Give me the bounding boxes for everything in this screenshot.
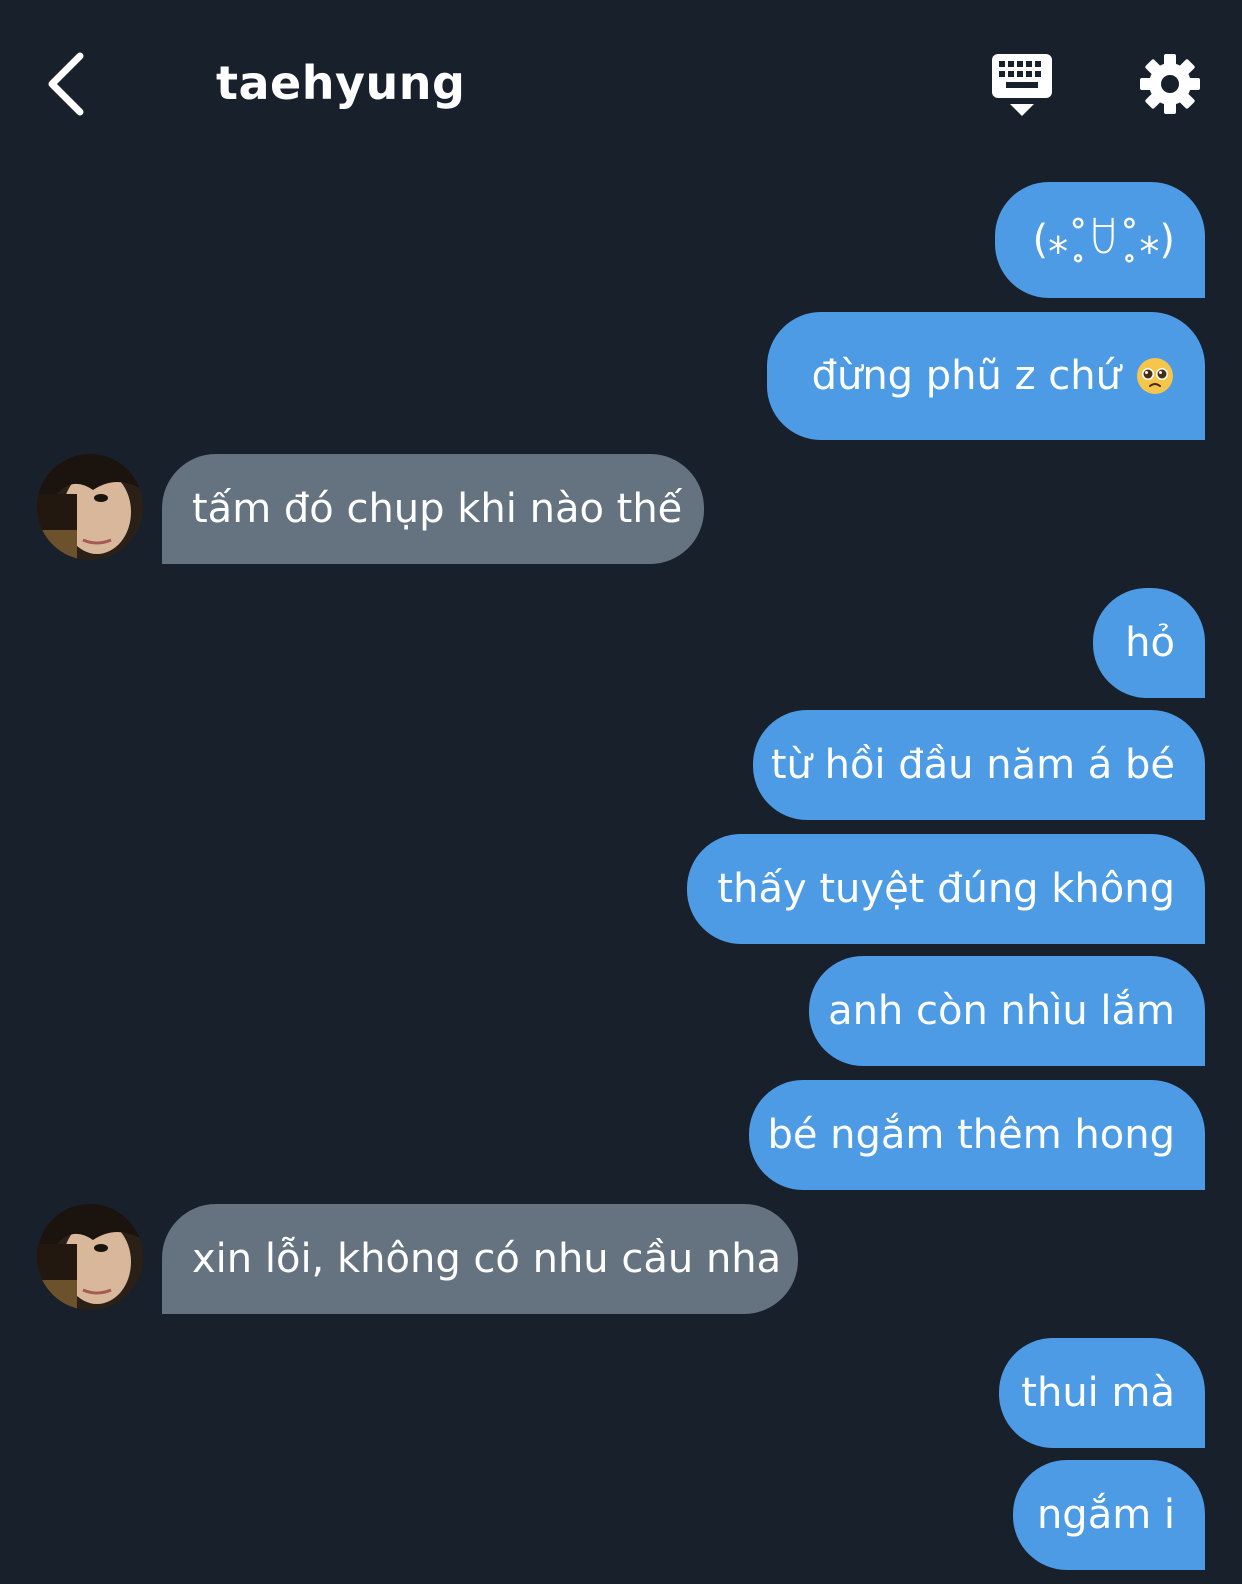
pleading-face-emoji-icon [1137,358,1173,394]
sent-message[interactable]: (⁎˚̥ꇴ˚̥⁎) [995,182,1205,298]
message-text: thấy tuyệt đúng không [717,866,1175,912]
sent-message[interactable]: từ hồi đầu năm á bé [753,710,1205,820]
message-text: tấm đó chụp khi nào thế [192,486,683,532]
sent-message[interactable]: ngắm i [1013,1460,1205,1570]
message-text: anh còn nhìu lắm [828,988,1175,1034]
message-text: (⁎˚̥ꇴ˚̥⁎) [1032,217,1175,263]
sent-message[interactable]: anh còn nhìu lắm [809,956,1205,1066]
back-button[interactable] [40,50,100,120]
settings-button[interactable] [1138,52,1202,116]
sent-message[interactable]: thui mà [999,1338,1205,1448]
avatar-photo [37,1204,143,1310]
avatar[interactable] [37,1204,143,1310]
avatar[interactable] [37,454,143,560]
message-text: từ hồi đầu năm á bé [770,742,1175,788]
message-text: hỏ [1125,620,1175,666]
gear-icon [1140,54,1200,114]
received-message[interactable]: tấm đó chụp khi nào thế [162,454,704,564]
sent-message[interactable]: đừng phũ z chứ [767,312,1205,440]
received-message[interactable]: xin lỗi, không có nhu cầu nha [162,1204,798,1314]
message-text: bé ngắm thêm hong [767,1112,1175,1158]
keyboard-icon [992,54,1052,116]
sent-message[interactable]: thấy tuyệt đúng không [687,834,1205,944]
chevron-left-icon [48,52,84,116]
message-text: ngắm i [1036,1492,1175,1538]
message-text: xin lỗi, không có nhu cầu nha [192,1236,782,1282]
sent-message[interactable]: hỏ [1093,588,1205,698]
chat-title: taehyung [216,56,466,110]
sent-message[interactable]: bé ngắm thêm hong [749,1080,1205,1190]
message-text: thui mà [1021,1370,1175,1416]
avatar-photo [37,454,143,560]
message-text: đừng phũ z chứ [811,353,1121,399]
chat-header: taehyung [0,0,1242,170]
keyboard-button[interactable] [990,50,1056,122]
